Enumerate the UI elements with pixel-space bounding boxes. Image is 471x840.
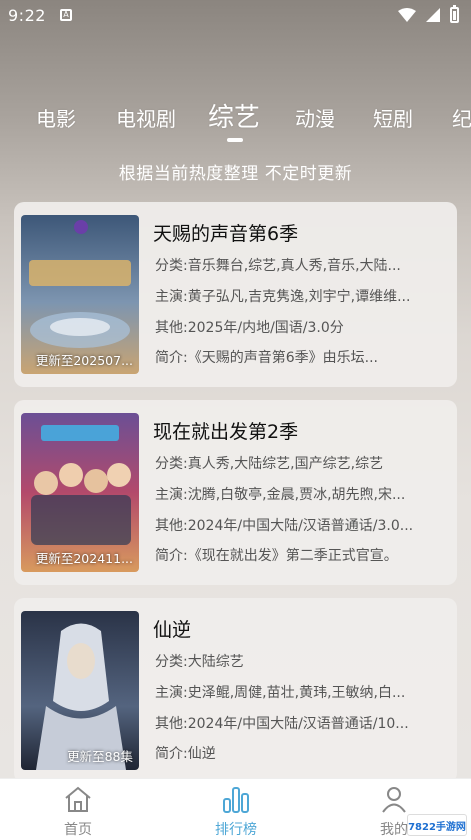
cast-value: 黄子弘凡,吉克隽逸,刘宇宁,谭维维... — [187, 289, 411, 305]
ranking-chart-icon — [223, 787, 249, 813]
other-label: 其他: — [155, 716, 188, 732]
home-icon — [65, 786, 91, 812]
tab-tv-series[interactable]: 电视剧 — [116, 103, 176, 132]
genre-label: 分类: — [155, 258, 188, 274]
ranking-card[interactable]: 更新至202507... 天赐的声音第6季 分类:音乐舞台,综艺,真人秀,音乐,… — [14, 202, 457, 387]
cast-label: 主演: — [155, 289, 188, 305]
genre-row: 分类:音乐舞台,综艺,真人秀,音乐,大陆... — [155, 255, 447, 275]
intro-value: 《现在就出发》第二季正式官宣。 — [187, 548, 398, 564]
active-tab-indicator — [227, 138, 243, 142]
bottom-navigation: 首页 排行榜 我的 7822手游网 — [0, 778, 471, 840]
show-title[interactable]: 仙逆 — [153, 615, 191, 642]
other-value: 2025年/内地/国语/3.0分 — [187, 320, 344, 336]
other-row: 其他:2024年/中国大陆/汉语普通话/3.0... — [155, 515, 447, 535]
status-time: 9:22 — [8, 5, 46, 25]
nav-home[interactable]: 首页 — [38, 785, 118, 839]
poster-image[interactable]: 更新至202507... — [21, 215, 139, 374]
status-bar: 9:22 A — [0, 0, 471, 30]
genre-row: 分类:真人秀,大陆综艺,国产综艺,综艺 — [155, 453, 447, 473]
category-tabs: 电影 电视剧 综艺 动漫 短剧 纪 — [0, 95, 471, 141]
intro-value: 仙逆 — [187, 746, 216, 762]
poster-image[interactable]: 更新至88集 — [21, 611, 139, 770]
cast-label: 主演: — [155, 685, 188, 701]
cast-value: 沈腾,白敬亭,金晨,贾冰,胡先煦,宋... — [187, 487, 406, 503]
ranking-subtitle: 根据当前热度整理 不定时更新 — [118, 164, 353, 184]
update-status: 更新至202507... — [35, 353, 133, 368]
genre-value: 大陆综艺 — [187, 654, 244, 670]
cast-row: 主演:黄子弘凡,吉克隽逸,刘宇宁,谭维维... — [155, 286, 447, 306]
intro-row: 简介:《天赐的声音第6季》由乐坛... — [155, 347, 447, 367]
genre-label: 分类: — [155, 456, 188, 472]
genre-value: 音乐舞台,综艺,真人秀,音乐,大陆... — [187, 258, 401, 274]
cast-value: 史泽鲲,周健,苗壮,黄玮,王敏纳,白... — [187, 685, 406, 701]
ranking-card[interactable]: 更新至88集 仙逆 分类:大陆综艺 主演:史泽鲲,周健,苗壮,黄玮,王敏纳,白.… — [14, 598, 457, 783]
genre-label: 分类: — [155, 654, 188, 670]
intro-value: 《天赐的声音第6季》由乐坛... — [187, 350, 378, 366]
tab-documentary[interactable]: 纪 — [452, 103, 471, 132]
tab-anime[interactable]: 动漫 — [295, 103, 335, 132]
intro-row: 简介:仙逆 — [155, 743, 447, 763]
battery-icon — [450, 5, 459, 23]
update-status: 更新至88集 — [67, 749, 133, 764]
update-status: 更新至202411... — [35, 551, 133, 566]
tab-variety[interactable]: 综艺 — [208, 97, 260, 134]
other-value: 2024年/中国大陆/汉语普通话/3.0... — [187, 518, 414, 534]
cellular-signal-icon — [426, 8, 440, 22]
cast-label: 主演: — [155, 487, 188, 503]
other-row: 其他:2024年/中国大陆/汉语普通话/10... — [155, 713, 447, 733]
other-label: 其他: — [155, 320, 188, 336]
nav-home-label: 首页 — [64, 822, 92, 838]
user-profile-icon — [382, 787, 406, 813]
tab-movie[interactable]: 电影 — [36, 103, 76, 132]
ranking-card[interactable]: 更新至202411... 现在就出发第2季 分类:真人秀,大陆综艺,国产综艺,综… — [14, 400, 457, 585]
nav-ranking-label: 排行榜 — [215, 822, 257, 838]
site-watermark: 7822手游网 — [407, 814, 467, 836]
other-value: 2024年/中国大陆/汉语普通话/10... — [187, 716, 409, 732]
genre-row: 分类:大陆综艺 — [155, 651, 447, 671]
notification-icon: A — [59, 9, 72, 21]
wifi-icon — [398, 8, 416, 22]
intro-label: 简介: — [155, 548, 188, 564]
show-title[interactable]: 现在就出发第2季 — [153, 417, 298, 444]
cast-row: 主演:史泽鲲,周健,苗壮,黄玮,王敏纳,白... — [155, 682, 447, 702]
tab-short-drama[interactable]: 短剧 — [373, 103, 413, 132]
other-row: 其他:2025年/内地/国语/3.0分 — [155, 317, 447, 337]
show-title[interactable]: 天赐的声音第6季 — [153, 219, 298, 246]
poster-image[interactable]: 更新至202411... — [21, 413, 139, 572]
intro-label: 简介: — [155, 746, 188, 762]
intro-label: 简介: — [155, 350, 188, 366]
status-icons — [398, 5, 459, 23]
cast-row: 主演:沈腾,白敬亭,金晨,贾冰,胡先煦,宋... — [155, 484, 447, 504]
other-label: 其他: — [155, 518, 188, 534]
intro-row: 简介:《现在就出发》第二季正式官宣。 — [155, 545, 447, 565]
genre-value: 真人秀,大陆综艺,国产综艺,综艺 — [187, 456, 384, 472]
nav-ranking[interactable]: 排行榜 — [196, 785, 276, 839]
